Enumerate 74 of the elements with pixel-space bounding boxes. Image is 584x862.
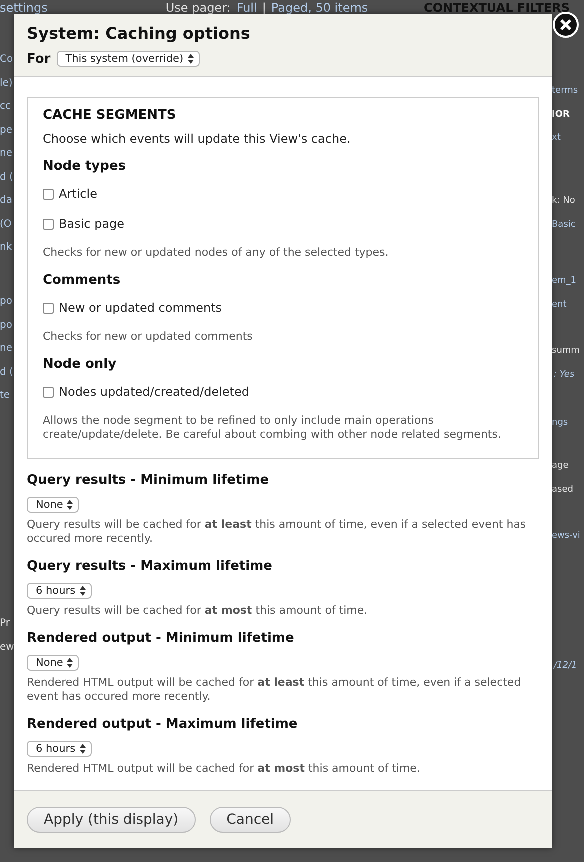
field-label: Rendered output - Maximum lifetime bbox=[27, 717, 299, 732]
for-select[interactable]: This system (override) bbox=[56, 51, 200, 67]
background-text: : Yes bbox=[553, 368, 576, 382]
background-text: IOR bbox=[552, 108, 571, 122]
field-label: Query results - Minimum lifetime bbox=[27, 473, 270, 488]
checkbox[interactable] bbox=[43, 302, 54, 314]
background-text: d ( bbox=[0, 366, 14, 380]
updown-arrow-icon bbox=[67, 658, 74, 668]
background-text: terms bbox=[552, 85, 580, 98]
background-text: pe bbox=[0, 124, 14, 138]
background-text: ngs bbox=[552, 417, 570, 430]
pager-link[interactable]: Paged, 50 items bbox=[271, 1, 368, 15]
checkbox[interactable] bbox=[43, 386, 54, 398]
lifetime-select[interactable]: 6 hours bbox=[27, 583, 92, 599]
field-description: Checks for new or updated comments bbox=[43, 330, 254, 344]
checkbox[interactable] bbox=[43, 218, 54, 230]
cancel-button[interactable]: Cancel bbox=[210, 806, 292, 832]
background-text: Basic bbox=[552, 218, 577, 232]
background-text: ews-vi bbox=[552, 530, 582, 543]
background-text: k: No bbox=[552, 195, 576, 208]
background-text: d ( bbox=[0, 170, 14, 184]
updown-arrow-icon bbox=[188, 54, 194, 64]
field-description: Allows the node segment to be refined to only include main operations create/update/delete. Be careful about combing with other node related segments. bbox=[43, 414, 502, 442]
field-description: Checks for new or updated nodes of any of the selected types. bbox=[43, 246, 390, 260]
background-text: xt bbox=[552, 132, 562, 145]
group-heading: Node only bbox=[43, 357, 118, 372]
close-icon[interactable] bbox=[553, 12, 579, 38]
section-heading: CONTEXTUAL FILTERS bbox=[424, 1, 570, 15]
background-text: em_1 bbox=[552, 275, 578, 288]
background-text: (O bbox=[0, 218, 13, 232]
field-label: Rendered output - Minimum lifetime bbox=[27, 631, 296, 646]
fieldset-legend: CACHE SEGMENTS bbox=[43, 108, 523, 123]
background-text: Pr bbox=[0, 617, 11, 631]
pager-link[interactable]: Full bbox=[236, 1, 258, 15]
background-text: Co bbox=[0, 53, 14, 67]
background-text: /12/1 bbox=[552, 660, 578, 673]
pager-label: Use pager: bbox=[166, 1, 231, 15]
field-description: Rendered HTML output will be cached for at most this amount of time. bbox=[27, 762, 422, 776]
updown-arrow-icon bbox=[80, 586, 86, 596]
dialog-title: System: Caching options bbox=[27, 24, 252, 43]
checkbox-label[interactable]: Basic page bbox=[59, 217, 125, 231]
background-text: po bbox=[0, 295, 14, 309]
settings-link[interactable]: settings bbox=[0, 1, 48, 15]
apply-button[interactable]: Apply (this display) bbox=[27, 806, 196, 832]
field-description: Query results will be cached for at most this amount of time. bbox=[27, 604, 369, 618]
background-text: nk bbox=[0, 241, 14, 255]
field-description: Rendered HTML output will be cached for at least this amount of time, even if a selected event has occured more recently. bbox=[27, 676, 522, 704]
updown-arrow-icon bbox=[67, 500, 74, 510]
background-text: cc bbox=[0, 100, 12, 114]
lifetime-select[interactable]: None bbox=[27, 655, 80, 671]
group-heading: Node types bbox=[43, 159, 128, 174]
field-description: Query results will be cached for at least this amount of time, even if a selected event has occured more recently. bbox=[27, 518, 528, 546]
lifetime-select[interactable]: None bbox=[27, 497, 80, 513]
lifetime-select[interactable]: 6 hours bbox=[27, 741, 92, 757]
background-text: ne bbox=[0, 342, 14, 356]
checkbox-label[interactable]: New or updated comments bbox=[59, 301, 222, 315]
background-text: ew bbox=[0, 640, 14, 654]
background-text: age bbox=[552, 460, 570, 473]
checkbox[interactable] bbox=[43, 188, 54, 200]
background-text: ne bbox=[0, 147, 14, 161]
background-text: ent bbox=[552, 298, 568, 312]
updown-arrow-icon bbox=[80, 744, 86, 754]
fieldset-intro: Choose which events will update this View's cache. bbox=[43, 132, 352, 146]
checkbox-label[interactable]: Nodes updated/created/deleted bbox=[59, 385, 250, 399]
background-text: summ bbox=[552, 345, 581, 358]
background-text: po bbox=[0, 318, 14, 332]
group-heading: Comments bbox=[43, 273, 122, 288]
background-text: da bbox=[0, 194, 14, 208]
for-label: For bbox=[27, 52, 51, 66]
background-text: le) bbox=[0, 76, 14, 90]
field-label: Query results - Maximum lifetime bbox=[27, 559, 274, 574]
checkbox-label[interactable]: Article bbox=[59, 187, 98, 201]
background-text: te bbox=[0, 389, 12, 403]
background-text: ased bbox=[552, 484, 574, 496]
